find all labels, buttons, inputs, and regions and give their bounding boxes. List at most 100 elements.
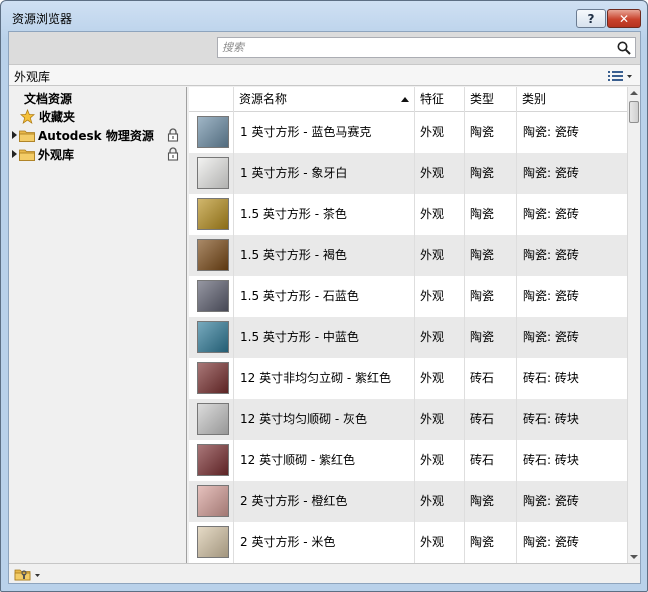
- material-thumbnail: [197, 198, 229, 230]
- asset-category: 陶瓷: 瓷砖: [523, 248, 579, 262]
- asset-name: 1.5 英寸方形 - 石蓝色: [234, 276, 415, 317]
- search-bar: [9, 32, 640, 64]
- library-menu-icon[interactable]: [13, 566, 43, 582]
- folder-icon: [19, 149, 35, 161]
- table-row[interactable]: 1.5 英寸方形 - 石蓝色 外观 陶瓷 陶瓷: 瓷砖: [189, 276, 627, 317]
- asset-name: 2 英寸方形 - 米色: [234, 522, 415, 563]
- asset-type: 陶瓷: [465, 317, 517, 358]
- asset-category: 砖石: 砖块: [523, 371, 579, 385]
- table-row[interactable]: 1.5 英寸方形 - 中蓝色 外观 陶瓷 陶瓷: 瓷砖: [189, 317, 627, 358]
- asset-category: 陶瓷: 瓷砖: [523, 535, 579, 549]
- table-row[interactable]: 1.5 英寸方形 - 褐色 外观 陶瓷 陶瓷: 瓷砖: [189, 235, 627, 276]
- asset-category: 陶瓷: 瓷砖: [523, 289, 579, 303]
- table-row[interactable]: 12 英寸顺砌 - 紫红色 外观 砖石 砖石: 砖块: [189, 440, 627, 481]
- asset-type: 陶瓷: [465, 522, 517, 563]
- column-header-category[interactable]: 类别: [517, 87, 627, 112]
- expand-arrow-icon[interactable]: [12, 150, 17, 158]
- material-thumbnail: [197, 485, 229, 517]
- asset-type: 砖石: [465, 399, 517, 440]
- asset-browser-window: 资源浏览器 ? ✕ 外观库 文档资源: [0, 0, 648, 592]
- asset-feature: 外观: [415, 112, 465, 153]
- asset-type: 砖石: [465, 358, 517, 399]
- star-icon: [20, 108, 35, 124]
- asset-feature: 外观: [415, 399, 465, 440]
- vertical-scrollbar[interactable]: [627, 87, 640, 563]
- asset-category: 砖石: 砖块: [523, 453, 579, 467]
- column-header-feature[interactable]: 特征: [415, 87, 465, 112]
- table-row[interactable]: 1 英寸方形 - 象牙白 外观 陶瓷 陶瓷: 瓷砖: [189, 153, 627, 194]
- library-header: 外观库: [9, 64, 640, 86]
- grid-rows: 1 英寸方形 - 蓝色马赛克 外观 陶瓷 陶瓷: 瓷砖 1 英寸方形 - 象牙白…: [189, 112, 627, 563]
- column-header-name[interactable]: 资源名称: [234, 87, 415, 112]
- tree-item-appearance-library[interactable]: 外观库: [9, 145, 187, 163]
- library-tree: 文档资源 收藏夹 Autodesk 物理资源 外观库: [9, 87, 187, 563]
- table-row[interactable]: 2 英寸方形 - 米色 外观 陶瓷 陶瓷: 瓷砖: [189, 522, 627, 563]
- material-thumbnail: [197, 239, 229, 271]
- asset-feature: 外观: [415, 317, 465, 358]
- asset-category: 陶瓷: 瓷砖: [523, 207, 579, 221]
- grid-header: 资源名称 特征 类型 类别: [189, 87, 627, 112]
- asset-name: 2 英寸方形 - 橙红色: [234, 481, 415, 522]
- asset-category: 陶瓷: 瓷砖: [523, 166, 579, 180]
- column-header-thumbnail[interactable]: [189, 87, 234, 112]
- close-button[interactable]: ✕: [607, 9, 641, 28]
- asset-type: 陶瓷: [465, 276, 517, 317]
- asset-type: 陶瓷: [465, 235, 517, 276]
- window-title: 资源浏览器: [12, 12, 73, 26]
- asset-name: 12 英寸非均匀立砌 - 紫红色: [234, 358, 415, 399]
- tree-item-label: 收藏夹: [39, 109, 76, 124]
- bottom-toolbar: [9, 563, 640, 583]
- search-icon[interactable]: [616, 40, 632, 56]
- help-button[interactable]: ?: [576, 9, 606, 28]
- list-view-icon[interactable]: [606, 68, 634, 84]
- material-thumbnail: [197, 403, 229, 435]
- table-row[interactable]: 1 英寸方形 - 蓝色马赛克 外观 陶瓷 陶瓷: 瓷砖: [189, 112, 627, 153]
- asset-name: 1 英寸方形 - 象牙白: [234, 153, 415, 194]
- asset-feature: 外观: [415, 153, 465, 194]
- tree-item-label: 外观库: [38, 147, 75, 162]
- tree-item-autodesk-physical[interactable]: Autodesk 物理资源: [9, 126, 187, 144]
- table-row[interactable]: 12 英寸非均匀立砌 - 紫红色 外观 砖石 砖石: 砖块: [189, 358, 627, 399]
- asset-category: 陶瓷: 瓷砖: [523, 330, 579, 344]
- table-row[interactable]: 2 英寸方形 - 橙红色 外观 陶瓷 陶瓷: 瓷砖: [189, 481, 627, 522]
- asset-category: 砖石: 砖块: [523, 412, 579, 426]
- asset-name: 1 英寸方形 - 蓝色马赛克: [234, 112, 415, 153]
- asset-feature: 外观: [415, 358, 465, 399]
- asset-type: 陶瓷: [465, 481, 517, 522]
- lock-icon: [167, 128, 179, 142]
- asset-type: 陶瓷: [465, 112, 517, 153]
- material-thumbnail: [197, 526, 229, 558]
- column-header-type[interactable]: 类型: [465, 87, 517, 112]
- asset-feature: 外观: [415, 481, 465, 522]
- asset-category: 陶瓷: 瓷砖: [523, 125, 579, 139]
- table-row[interactable]: 1.5 英寸方形 - 茶色 外观 陶瓷 陶瓷: 瓷砖: [189, 194, 627, 235]
- tree-item-label: Autodesk 物理资源: [38, 128, 154, 143]
- scroll-up-arrow-icon[interactable]: [630, 91, 638, 95]
- search-input[interactable]: [218, 38, 613, 57]
- asset-feature: 外观: [415, 522, 465, 563]
- tree-item-document-assets[interactable]: 文档资源: [9, 89, 187, 107]
- scroll-down-arrow-icon[interactable]: [630, 555, 638, 559]
- sort-ascending-icon: [401, 97, 409, 102]
- search-box[interactable]: [217, 37, 636, 58]
- asset-feature: 外观: [415, 440, 465, 481]
- material-thumbnail: [197, 116, 229, 148]
- material-thumbnail: [197, 280, 229, 312]
- asset-type: 陶瓷: [465, 194, 517, 235]
- table-row[interactable]: 12 英寸均匀顺砌 - 灰色 外观 砖石 砖石: 砖块: [189, 399, 627, 440]
- asset-name: 12 英寸均匀顺砌 - 灰色: [234, 399, 415, 440]
- material-thumbnail: [197, 157, 229, 189]
- asset-name: 1.5 英寸方形 - 茶色: [234, 194, 415, 235]
- folder-icon: [19, 130, 35, 142]
- asset-name: 12 英寸顺砌 - 紫红色: [234, 440, 415, 481]
- asset-type: 砖石: [465, 440, 517, 481]
- material-thumbnail: [197, 362, 229, 394]
- asset-feature: 外观: [415, 194, 465, 235]
- tree-item-favorites[interactable]: 收藏夹: [9, 107, 187, 125]
- asset-feature: 外观: [415, 276, 465, 317]
- asset-category: 陶瓷: 瓷砖: [523, 494, 579, 508]
- scrollbar-thumb[interactable]: [629, 101, 639, 123]
- asset-name: 1.5 英寸方形 - 褐色: [234, 235, 415, 276]
- expand-arrow-icon[interactable]: [12, 131, 17, 139]
- title-bar[interactable]: 资源浏览器 ? ✕: [1, 1, 647, 31]
